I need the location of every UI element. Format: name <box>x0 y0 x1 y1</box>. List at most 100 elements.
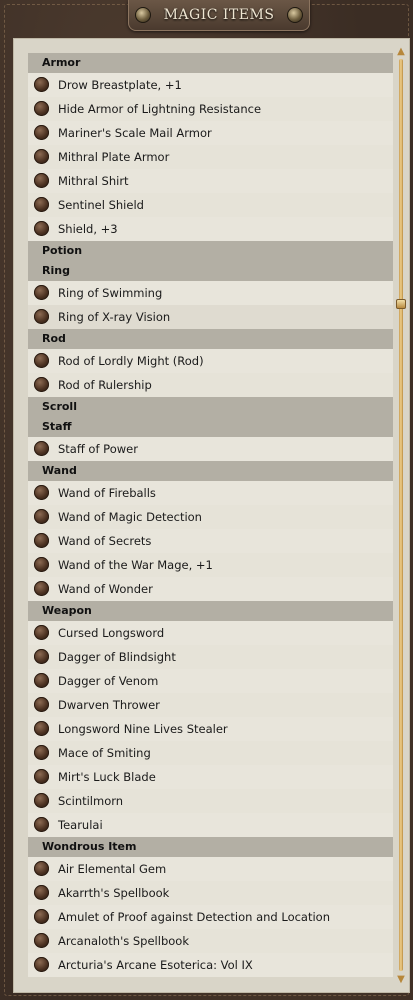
item-bullet-icon <box>34 533 49 548</box>
item-bullet-icon <box>34 817 49 832</box>
item-bullet-icon <box>34 769 49 784</box>
title-plaque: MAGIC ITEMS <box>128 0 310 31</box>
list-item[interactable]: Mithral Plate Armor <box>28 145 393 169</box>
item-label: Amulet of Proof against Detection and Lo… <box>58 910 331 924</box>
category-header: Weapon <box>28 601 393 621</box>
item-bullet-icon <box>34 909 49 924</box>
item-bullet-icon <box>34 745 49 760</box>
item-bullet-icon <box>34 149 49 164</box>
item-label: Longsword Nine Lives Stealer <box>58 722 228 736</box>
list-item[interactable]: Staff of Power <box>28 437 393 461</box>
item-bullet-icon <box>34 377 49 392</box>
list-item[interactable]: Wand of Fireballs <box>28 481 393 505</box>
category-header: Ring <box>28 261 393 281</box>
item-label: Sentinel Shield <box>58 198 144 212</box>
item-label: Wand of Magic Detection <box>58 510 202 524</box>
item-bullet-icon <box>34 861 49 876</box>
list-item[interactable]: Hide Armor of Lightning Resistance <box>28 97 393 121</box>
category-header: Rod <box>28 329 393 349</box>
list-item[interactable]: Mace of Smiting <box>28 741 393 765</box>
item-label: Mace of Smiting <box>58 746 151 760</box>
item-label: Staff of Power <box>58 442 138 456</box>
item-label: Drow Breastplate, +1 <box>58 78 182 92</box>
list-item[interactable]: Wand of Wonder <box>28 577 393 601</box>
item-bullet-icon <box>34 125 49 140</box>
item-label: Wand of Secrets <box>58 534 152 548</box>
category-header: Staff <box>28 417 393 437</box>
list-item[interactable]: Scintilmorn <box>28 789 393 813</box>
list-item[interactable]: Wand of Magic Detection <box>28 505 393 529</box>
list-item[interactable]: Dagger of Venom <box>28 669 393 693</box>
item-bullet-icon <box>34 485 49 500</box>
list-item[interactable]: Tearulai <box>28 813 393 837</box>
item-bullet-icon <box>34 649 49 664</box>
item-bullet-icon <box>34 221 49 236</box>
item-bullet-icon <box>34 173 49 188</box>
item-label: Ring of X-ray Vision <box>58 310 171 324</box>
item-bullet-icon <box>34 957 49 972</box>
item-label: Dwarven Thrower <box>58 698 160 712</box>
item-label: Mariner's Scale Mail Armor <box>58 126 212 140</box>
stud-icon <box>135 7 151 23</box>
magic-items-list: Armor Drow Breastplate, +1 Hide Armor of L… <box>28 53 393 977</box>
scroll-up-arrow-icon[interactable]: ▲ <box>396 47 406 57</box>
list-item[interactable]: Mariner's Scale Mail Armor <box>28 121 393 145</box>
item-label: Cursed Longsword <box>58 626 165 640</box>
item-bullet-icon <box>34 697 49 712</box>
list-item[interactable]: Rod of Rulership <box>28 373 393 397</box>
item-bullet-icon <box>34 793 49 808</box>
category-header: Wand <box>28 461 393 481</box>
item-label: Tearulai <box>58 818 103 832</box>
item-label: Air Elemental Gem <box>58 862 167 876</box>
list-item[interactable]: Dagger of Blindsight <box>28 645 393 669</box>
list-item[interactable]: Amulet of Proof against Detection and Lo… <box>28 905 393 929</box>
list-item[interactable]: Longsword Nine Lives Stealer <box>28 717 393 741</box>
window-title: MAGIC ITEMS <box>163 7 275 23</box>
item-label: Arcturia's Arcane Esoterica: Vol IX <box>58 958 253 972</box>
window-frame: MAGIC ITEMS Armor Drow Breastplate, +1 Hid… <box>0 0 413 1000</box>
list-item[interactable]: Mirt's Luck Blade <box>28 765 393 789</box>
list-item[interactable]: Arcanaloth's Spellbook <box>28 929 393 953</box>
scroll-track[interactable] <box>399 59 403 971</box>
list-item[interactable]: Ring of X-ray Vision <box>28 305 393 329</box>
item-bullet-icon <box>34 101 49 116</box>
list-item[interactable]: Rod of Lordly Might (Rod) <box>28 349 393 373</box>
item-label: Rod of Lordly Might (Rod) <box>58 354 204 368</box>
item-bullet-icon <box>34 285 49 300</box>
list-item[interactable]: Wand of the War Mage, +1 <box>28 553 393 577</box>
item-bullet-icon <box>34 509 49 524</box>
item-label: Shield, +3 <box>58 222 118 236</box>
list-item[interactable]: Ring of Swimming <box>28 281 393 305</box>
item-bullet-icon <box>34 309 49 324</box>
scroll-down-arrow-icon[interactable]: ▼ <box>396 975 406 985</box>
list-item[interactable]: Cursed Longsword <box>28 621 393 645</box>
item-label: Dagger of Blindsight <box>58 650 176 664</box>
stud-icon <box>287 7 303 23</box>
list-item[interactable]: Wand of Secrets <box>28 529 393 553</box>
category-header: Armor <box>28 53 393 73</box>
item-label: Mithral Shirt <box>58 174 129 188</box>
item-label: Dagger of Venom <box>58 674 159 688</box>
item-bullet-icon <box>34 353 49 368</box>
list-item[interactable]: Shield, +3 <box>28 217 393 241</box>
items-panel: Armor Drow Breastplate, +1 Hide Armor of L… <box>13 38 410 993</box>
list-item[interactable]: Mithral Shirt <box>28 169 393 193</box>
item-bullet-icon <box>34 933 49 948</box>
item-label: Akarrth's Spellbook <box>58 886 170 900</box>
item-bullet-icon <box>34 441 49 456</box>
list-item[interactable]: Dwarven Thrower <box>28 693 393 717</box>
item-label: Wand of the War Mage, +1 <box>58 558 213 572</box>
item-label: Arcanaloth's Spellbook <box>58 934 189 948</box>
list-item[interactable]: Drow Breastplate, +1 <box>28 73 393 97</box>
list-item[interactable]: Akarrth's Spellbook <box>28 881 393 905</box>
list-item[interactable]: Arcturia's Arcane Esoterica: Vol IX <box>28 953 393 977</box>
item-label: Ring of Swimming <box>58 286 163 300</box>
scroll-thumb[interactable] <box>396 299 406 309</box>
item-bullet-icon <box>34 721 49 736</box>
category-header: Wondrous Item <box>28 837 393 857</box>
item-bullet-icon <box>34 197 49 212</box>
category-header: Potion <box>28 241 393 261</box>
list-item[interactable]: Sentinel Shield <box>28 193 393 217</box>
scrollbar[interactable]: ▲ ▼ <box>395 45 407 987</box>
list-item[interactable]: Air Elemental Gem <box>28 857 393 881</box>
